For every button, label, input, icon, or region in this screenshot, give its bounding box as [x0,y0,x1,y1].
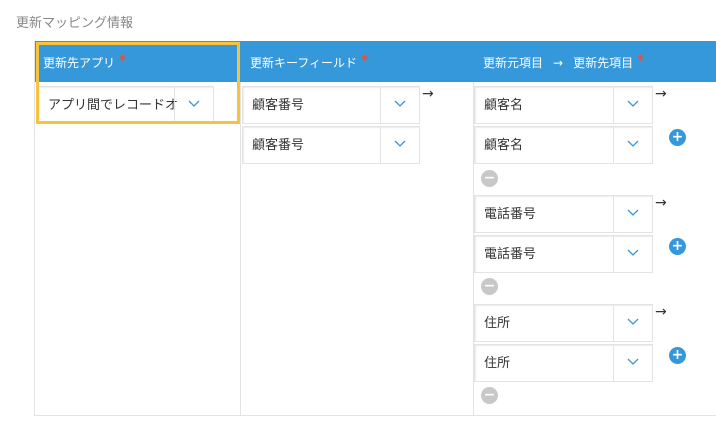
source-field-select[interactable]: 顧客名 [474,86,653,124]
mapping-arrow: → [655,86,667,102]
target-app-select[interactable]: アプリ間でレコードオ [38,86,214,124]
column-divider [240,82,241,415]
source-field-value: 顧客名 [484,98,524,113]
chevron-down-icon[interactable] [613,127,652,163]
remove-icon[interactable]: − [481,387,498,404]
column-header-mapping: 更新元項目 → 更新先項目 * [483,41,644,82]
required-mark: * [361,53,369,69]
chevron-down-icon[interactable] [613,87,652,123]
chevron-down-icon[interactable] [613,305,652,341]
target-app-select-value: アプリ間でレコードオ [48,98,177,113]
mapping-arrow: → [655,304,667,320]
update-key-select-value: 顧客番号 [252,98,305,113]
chevron-down-icon[interactable] [380,87,419,123]
update-key-select[interactable]: 顧客番号 [242,86,420,124]
column-label-update-key: 更新キーフィールド [250,56,358,70]
chevron-down-icon[interactable] [613,196,652,232]
target-field-select[interactable]: 電話番号 [474,235,653,273]
chevron-down-icon[interactable] [174,87,213,123]
target-field-value: 電話番号 [484,247,537,262]
remove-icon[interactable]: − [481,278,498,295]
key-arrow: → [422,86,434,102]
source-field-value: 電話番号 [484,207,537,222]
target-field-value: 顧客名 [484,138,524,153]
column-header-target-app: 更新先アプリ * [43,41,126,82]
column-label-target-app: 更新先アプリ [43,56,116,70]
column-header-update-key: 更新キーフィールド * [250,41,368,82]
column-arrow: → [553,56,564,70]
column-label-source-field: 更新元項目 [483,56,544,70]
source-field-value: 住所 [484,316,511,331]
target-field-select[interactable]: 顧客名 [474,126,653,164]
column-label-target-field: 更新先項目 [573,56,634,70]
chevron-down-icon[interactable] [613,236,652,272]
chevron-down-icon[interactable] [380,127,419,163]
mapping-arrow: → [655,195,667,211]
update-key-select-value: 顧客番号 [252,138,305,153]
remove-icon[interactable]: − [481,170,498,187]
add-icon[interactable]: + [669,347,686,364]
required-mark: * [637,53,645,69]
section-title: 更新マッピング情報 [16,16,134,31]
target-field-value: 住所 [484,356,511,371]
source-field-select[interactable]: 住所 [474,304,653,342]
source-field-select[interactable]: 電話番号 [474,195,653,233]
add-icon[interactable]: + [669,129,686,146]
update-key-select[interactable]: 顧客番号 [242,126,420,164]
chevron-down-icon[interactable] [613,345,652,381]
required-mark: * [119,53,127,69]
add-icon[interactable]: + [669,238,686,255]
target-field-select[interactable]: 住所 [474,344,653,382]
